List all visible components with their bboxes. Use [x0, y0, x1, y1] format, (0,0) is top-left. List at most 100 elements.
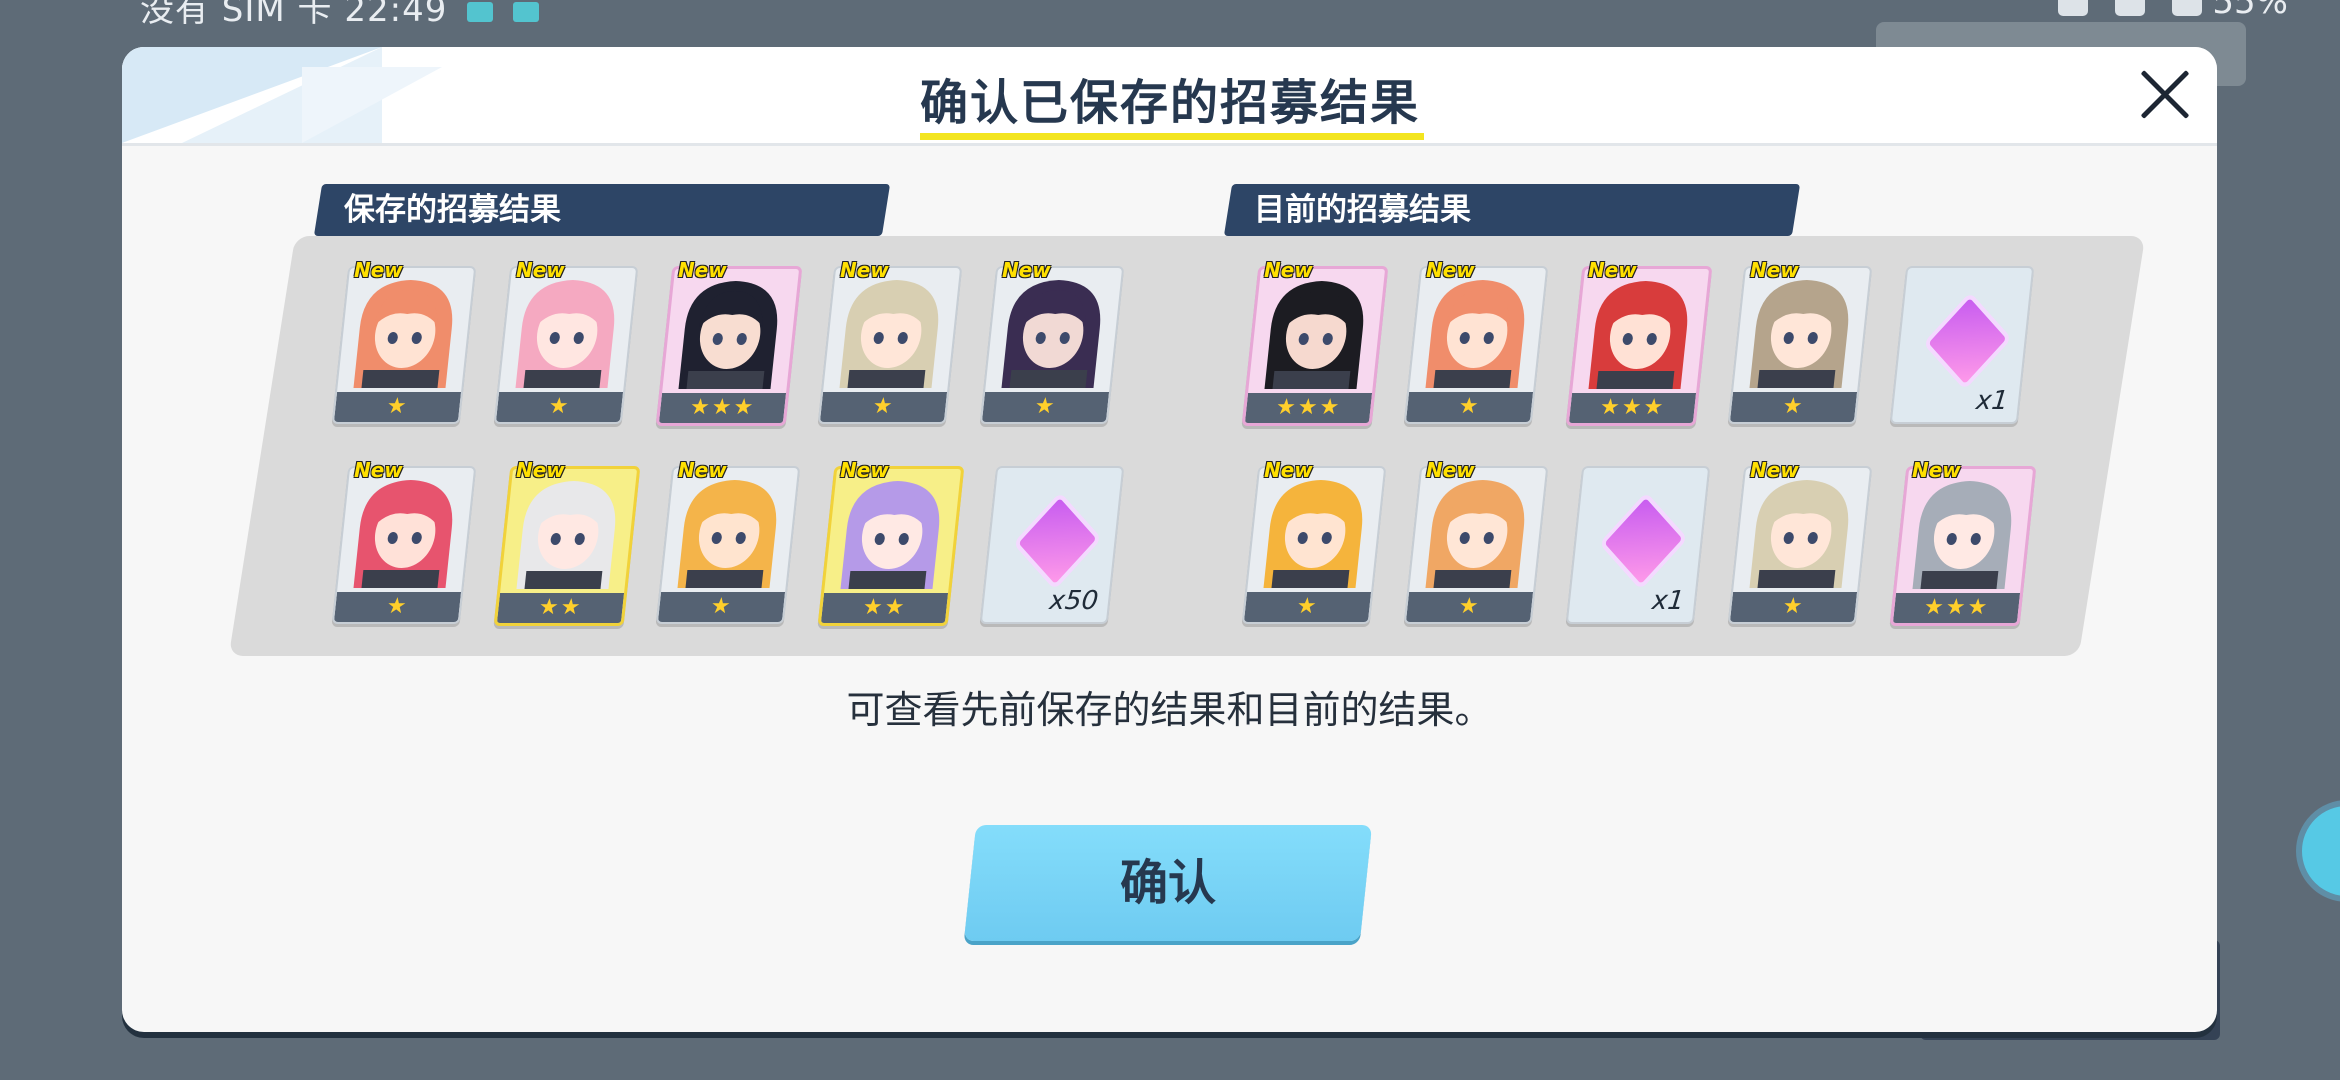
star-rating: ★: [1729, 392, 1858, 422]
character-portrait: [677, 480, 777, 588]
new-badge: New: [1426, 458, 1475, 482]
new-badge: New: [1750, 258, 1799, 282]
character-portrait: [515, 280, 615, 388]
close-icon[interactable]: [2137, 67, 2193, 123]
title-underline: [920, 133, 1424, 140]
confirm-button-label: 确认: [1119, 855, 1216, 911]
status-right: 55%: [2042, 0, 2288, 22]
new-badge: New: [1426, 258, 1475, 282]
character-portrait: [353, 280, 453, 388]
eye-icon: [2057, 0, 2088, 16]
character-portrait: [1264, 281, 1364, 389]
app-indicator-icon: [467, 1, 494, 22]
confirm-button[interactable]: 确认: [963, 825, 1373, 941]
current-results-panel: 目前的招募结果 ★★★ New ★ New ★★★ New ★ New x1 ★ New ★ New x1…: [1138, 184, 2146, 656]
new-badge: New: [354, 458, 403, 482]
bell-icon: [2114, 0, 2145, 16]
character-card[interactable]: ★: [1403, 266, 1549, 424]
character-portrait: [516, 481, 616, 589]
current-results-label: 目前的招募结果: [1254, 192, 1471, 228]
star-rating: ★: [657, 592, 786, 622]
star-rating: ★: [333, 392, 462, 422]
character-card[interactable]: ★★★: [1565, 266, 1713, 426]
character-card[interactable]: ★: [331, 466, 477, 624]
character-card[interactable]: ★: [655, 466, 801, 624]
character-portrait: [1425, 480, 1525, 588]
new-badge: New: [1264, 458, 1313, 482]
new-badge: New: [1002, 258, 1051, 282]
dialog-title: 确认已保存的招募结果: [920, 75, 1421, 131]
background-button: [2296, 800, 2340, 902]
star-rating: ★: [1405, 592, 1534, 622]
star-rating: ★: [1243, 592, 1372, 622]
header-decoration: [302, 67, 442, 143]
new-badge: New: [516, 458, 565, 482]
new-badge: New: [678, 258, 727, 282]
character-card[interactable]: ★: [331, 266, 477, 424]
character-portrait: [840, 481, 940, 589]
character-card[interactable]: ★★: [493, 466, 641, 626]
character-portrait: [1001, 280, 1101, 388]
saved-results-label: 保存的招募结果: [344, 192, 561, 228]
character-card[interactable]: ★: [817, 266, 963, 424]
new-badge: New: [516, 258, 565, 282]
character-card[interactable]: ★: [1241, 466, 1387, 624]
item-quantity: x50: [1048, 586, 1100, 616]
star-rating: ★★★: [1568, 393, 1697, 423]
character-card[interactable]: ★: [979, 266, 1125, 424]
star-rating: ★: [333, 592, 462, 622]
status-left: 没有 SIM 卡 22:49: [140, 0, 539, 31]
character-card[interactable]: ★★★: [655, 266, 803, 426]
star-rating: ★★★: [658, 393, 787, 423]
character-card[interactable]: ★: [1403, 466, 1549, 624]
new-badge: New: [1912, 458, 1961, 482]
new-badge: New: [840, 458, 889, 482]
gem-icon: [1922, 291, 2012, 391]
gem-icon: [1012, 491, 1102, 591]
star-rating: ★★: [820, 593, 949, 623]
character-card[interactable]: ★: [1727, 266, 1873, 424]
star-rating: ★: [1729, 592, 1858, 622]
character-portrait: [1749, 480, 1849, 588]
new-badge: New: [1750, 458, 1799, 482]
panel-label: 目前的招募结果: [1223, 184, 1801, 236]
new-badge: New: [678, 458, 727, 482]
new-badge: New: [354, 258, 403, 282]
battery-level: 55%: [2212, 0, 2288, 22]
star-rating: ★: [981, 392, 1110, 422]
character-portrait: [1263, 480, 1363, 588]
character-portrait: [1588, 281, 1688, 389]
star-rating: ★★★: [1244, 393, 1373, 423]
status-bar: 没有 SIM 卡 22:49 55%: [0, 0, 2340, 30]
character-card[interactable]: ★★★: [1889, 466, 2037, 626]
panel-label: 保存的招募结果: [313, 184, 891, 236]
battery-icon: [2171, 0, 2202, 16]
app-indicator-icon: [512, 1, 539, 22]
item-card[interactable]: x1: [1565, 466, 1711, 624]
item-quantity: x1: [1974, 386, 2010, 416]
character-portrait: [1749, 280, 1849, 388]
character-card[interactable]: ★: [493, 266, 639, 424]
star-rating: ★★★: [1892, 593, 2021, 623]
star-rating: ★: [1405, 392, 1534, 422]
new-badge: New: [1588, 258, 1637, 282]
character-portrait: [839, 280, 939, 388]
character-portrait: [678, 281, 778, 389]
status-time: 没有 SIM 卡 22:49: [140, 0, 448, 30]
character-portrait: [1425, 280, 1525, 388]
item-card[interactable]: x50: [979, 466, 1125, 624]
character-portrait: [1912, 481, 2012, 589]
item-card[interactable]: x1: [1889, 266, 2035, 424]
star-rating: ★: [495, 392, 624, 422]
character-card[interactable]: ★★: [817, 466, 965, 626]
character-card[interactable]: ★★★: [1241, 266, 1389, 426]
saved-results-panel: 保存的招募结果 ★ New ★ New ★★★ New ★ New ★ New ★ New ★★ New ★…: [228, 184, 1326, 656]
character-portrait: [353, 480, 453, 588]
dialog-header: 确认已保存的招募结果: [122, 47, 2217, 146]
star-rating: ★★: [496, 593, 625, 623]
item-quantity: x1: [1650, 586, 1686, 616]
new-badge: New: [1264, 258, 1313, 282]
character-card[interactable]: ★: [1727, 466, 1873, 624]
instruction-text: 可查看先前保存的结果和目前的结果。: [846, 688, 1493, 732]
recruit-results-dialog: 确认已保存的招募结果 保存的招募结果 ★ New ★ New ★★★ New ★ New ★ Ne…: [122, 47, 2217, 1032]
